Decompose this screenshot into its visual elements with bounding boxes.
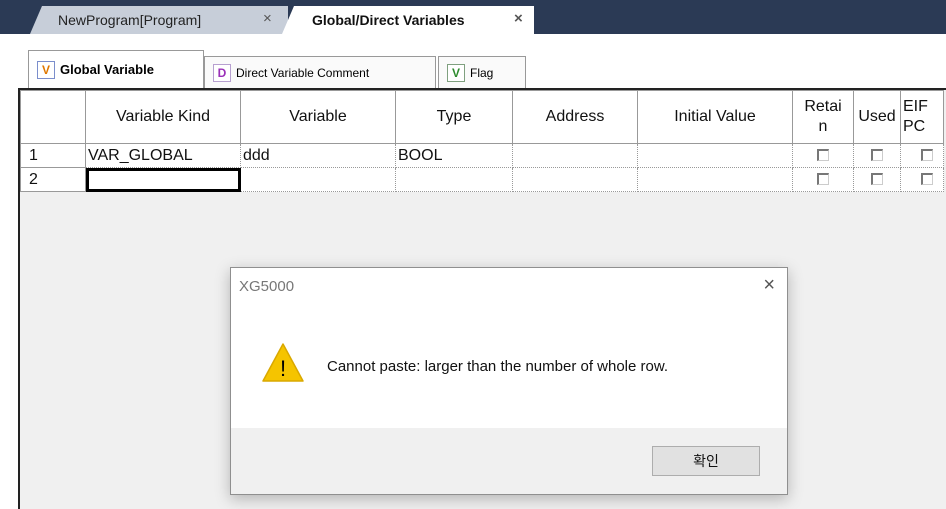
tab-label: Global/Direct Variables [312,12,465,28]
eip-cell [900,167,944,192]
eip-checkbox[interactable] [921,149,933,162]
variable-kind-cell[interactable]: VAR_GLOBAL [85,143,241,168]
column-header-initial-value[interactable]: Initial Value [637,90,793,144]
used-checkbox[interactable] [871,149,883,162]
retain-checkbox[interactable] [817,173,829,186]
used-checkbox[interactable] [871,173,883,186]
close-icon[interactable]: × [263,10,272,27]
message-dialog: XG5000 × ! Cannot paste: larger than the… [230,267,788,495]
dialog-message: Cannot paste: larger than the number of … [327,358,669,375]
row-number[interactable]: 1 [20,143,86,168]
type-cell[interactable] [395,167,513,192]
global-variable-icon: V [37,60,55,79]
ok-button[interactable]: 확인 [652,446,760,476]
tab-direct-variable-comment[interactable]: D Direct Variable Comment [204,56,436,88]
close-icon[interactable]: × [514,10,523,27]
variable-cell[interactable] [240,167,396,192]
warning-icon: ! [262,343,304,382]
column-header-variable[interactable]: Variable [240,90,396,144]
tab-label: Flag [470,65,494,80]
direct-variable-icon: D [213,63,231,82]
tab-label: NewProgram[Program] [58,12,202,28]
row-number[interactable]: 2 [20,167,86,192]
retain-checkbox[interactable] [817,149,829,162]
eip-checkbox[interactable] [921,173,933,186]
address-cell[interactable] [512,143,638,168]
close-icon[interactable]: × [763,274,775,297]
table-row: 2 [20,167,944,192]
header-text: PC [903,118,926,135]
row-number-header [20,90,86,144]
eip-cell [900,143,944,168]
header-row: Variable Kind Variable Type Address Init… [20,90,944,144]
flag-icon: V [447,63,465,82]
tab-label: Global Variable [60,62,154,77]
retain-cell [792,167,854,192]
initial-value-cell[interactable] [637,167,793,192]
tab-label: Direct Variable Comment [236,65,370,80]
sub-tab-bar: V Global Variable D Direct Variable Comm… [0,46,946,88]
tab-newprogram[interactable]: NewProgram[Program] × [30,6,288,34]
column-header-retain[interactable]: Retai n [792,90,854,144]
used-cell [853,167,901,192]
header-text: EIF [903,98,928,115]
column-header-used[interactable]: Used [853,90,901,144]
header-text: Retai [804,98,842,115]
column-header-type[interactable]: Type [395,90,513,144]
table-row: 1 VAR_GLOBAL ddd BOOL [20,143,944,168]
variable-kind-cell-selected[interactable] [85,167,241,192]
column-header-address[interactable]: Address [512,90,638,144]
column-header-eip[interactable]: EIF PC [900,90,944,144]
svg-text:!: ! [280,356,286,381]
column-header-variable-kind[interactable]: Variable Kind [85,90,241,144]
dialog-footer: 확인 [231,428,787,494]
variable-table: Variable Kind Variable Type Address Init… [20,90,944,192]
tab-global-variable[interactable]: V Global Variable [28,50,204,88]
tab-global-direct-variables[interactable]: Global/Direct Variables × [282,6,534,34]
variable-cell[interactable]: ddd [240,143,396,168]
type-cell[interactable]: BOOL [395,143,513,168]
initial-value-cell[interactable] [637,143,793,168]
tab-flag[interactable]: V Flag [438,56,526,88]
header-text: n [818,118,828,135]
used-cell [853,143,901,168]
address-cell[interactable] [512,167,638,192]
document-tab-bar: NewProgram[Program] × Global/Direct Vari… [0,0,946,34]
retain-cell [792,143,854,168]
dialog-title: XG5000 [239,278,295,295]
